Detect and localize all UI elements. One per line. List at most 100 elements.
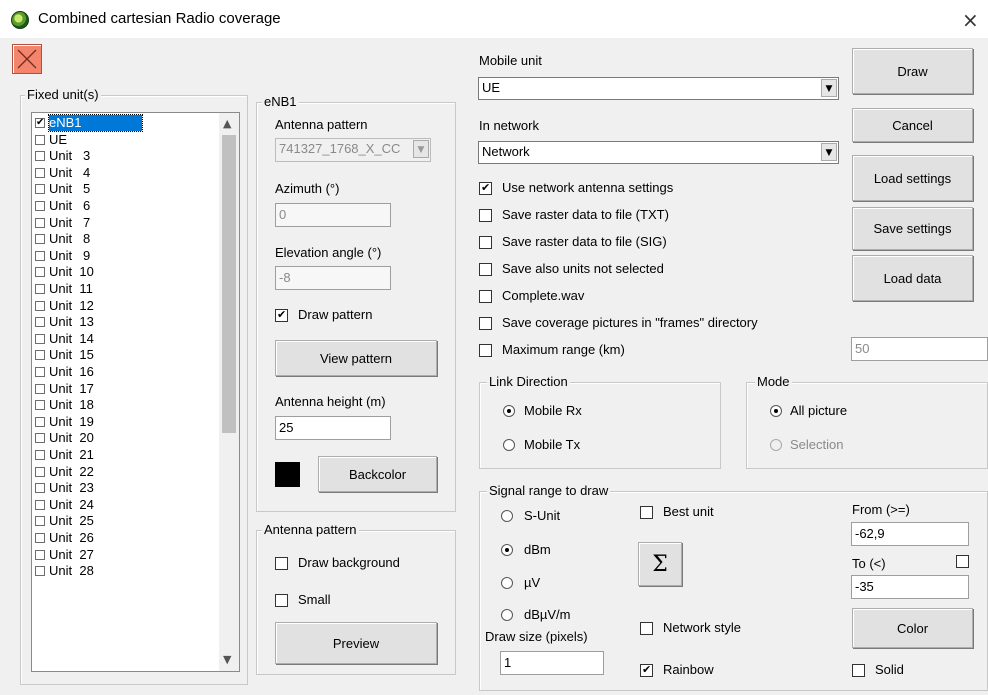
option-checkbox[interactable]: [479, 181, 492, 195]
unit-list-item[interactable]: Unit 12: [32, 298, 222, 315]
antenna-pattern-select[interactable]: 741327_1768_X_CC ▼: [275, 138, 431, 162]
unit-checkbox[interactable]: [35, 184, 45, 195]
max-range-input[interactable]: 50: [851, 337, 988, 361]
unit-checkbox[interactable]: [35, 400, 45, 411]
unit-checkbox[interactable]: [35, 167, 45, 178]
to-checkbox[interactable]: [956, 555, 969, 568]
unit-checkbox[interactable]: [35, 566, 45, 577]
elevation-input[interactable]: -8: [275, 266, 391, 290]
unit-checkbox[interactable]: [35, 533, 45, 543]
best-unit-checkbox[interactable]: [640, 506, 653, 519]
unit-list-item[interactable]: Unit 20: [32, 430, 222, 447]
option-checkbox[interactable]: [479, 209, 492, 222]
mobile-unit-select[interactable]: UE ▼: [478, 77, 839, 100]
unit-checkbox[interactable]: [35, 250, 45, 261]
load-data-button[interactable]: Load data: [852, 255, 973, 301]
unit-checkbox[interactable]: [35, 367, 45, 377]
draw-button[interactable]: Draw: [852, 48, 973, 94]
unit-checkbox[interactable]: [35, 483, 45, 494]
unit-list-item[interactable]: Unit 11: [32, 281, 222, 298]
scroll-up-icon[interactable]: ▲: [223, 117, 231, 130]
unit-checkbox[interactable]: [35, 499, 45, 510]
unit-list-item[interactable]: Unit 6: [32, 198, 222, 215]
azimuth-input[interactable]: 0: [275, 203, 391, 227]
fixed-units-scrollbar[interactable]: ▲ ▼: [219, 113, 239, 671]
unit-list-item[interactable]: UE: [32, 132, 222, 149]
signal-unit-radio[interactable]: [501, 544, 513, 556]
draw-pattern-checkbox[interactable]: [275, 308, 288, 322]
mobile-rx-radio[interactable]: [503, 405, 515, 417]
unit-list-item[interactable]: Unit 19: [32, 414, 222, 431]
unit-list-item[interactable]: Unit 18: [32, 397, 222, 414]
unit-list-item[interactable]: eNB1: [32, 114, 222, 132]
sigma-button[interactable]: Σ: [638, 542, 682, 586]
unit-list-item[interactable]: Unit 13: [32, 314, 222, 331]
solid-checkbox[interactable]: [852, 664, 865, 677]
option-checkbox[interactable]: [479, 290, 492, 303]
unit-list-item[interactable]: Unit 17: [32, 381, 222, 398]
unit-list-item[interactable]: Unit 26: [32, 530, 222, 547]
unit-list-item[interactable]: Unit 15: [32, 347, 222, 364]
unit-checkbox[interactable]: [35, 284, 45, 294]
in-network-select[interactable]: Network ▼: [478, 141, 839, 164]
unit-list-item[interactable]: Unit 7: [32, 215, 222, 232]
scroll-down-icon[interactable]: ▼: [223, 653, 231, 666]
option-checkbox[interactable]: [479, 317, 492, 330]
unit-checkbox[interactable]: [35, 267, 45, 278]
unit-checkbox[interactable]: [35, 350, 45, 361]
save-settings-button[interactable]: Save settings: [852, 207, 973, 250]
unit-list-item[interactable]: Unit 24: [32, 497, 222, 514]
antenna-height-input[interactable]: 25: [275, 416, 391, 440]
option-checkbox[interactable]: [479, 236, 492, 249]
unit-checkbox[interactable]: [35, 549, 45, 560]
unit-list-item[interactable]: Unit 9: [32, 248, 222, 265]
backcolor-button[interactable]: Backcolor: [318, 456, 437, 492]
unit-checkbox[interactable]: [35, 134, 45, 145]
fixed-units-list[interactable]: eNB1UEUnit 3Unit 4Unit 5Unit 6Unit 7Unit…: [31, 112, 240, 672]
network-style-checkbox[interactable]: [640, 622, 653, 635]
to-input[interactable]: -35: [851, 575, 969, 599]
unit-checkbox[interactable]: [35, 433, 45, 444]
signal-unit-radio[interactable]: [501, 577, 513, 589]
chevron-down-icon[interactable]: ▼: [413, 140, 429, 158]
small-checkbox[interactable]: [275, 594, 288, 607]
cancel-button[interactable]: Cancel: [852, 108, 973, 142]
load-settings-button[interactable]: Load settings: [852, 155, 973, 201]
unit-checkbox[interactable]: [35, 217, 45, 228]
unit-checkbox[interactable]: [35, 234, 45, 245]
unit-list-item[interactable]: Unit 23: [32, 480, 222, 497]
unit-checkbox[interactable]: [35, 333, 45, 344]
unit-checkbox[interactable]: [35, 300, 45, 311]
unit-list-item[interactable]: Unit 4: [32, 165, 222, 182]
unit-list-item[interactable]: Unit 14: [32, 331, 222, 348]
unit-checkbox[interactable]: [35, 201, 45, 211]
close-icon[interactable]: [12, 44, 42, 74]
rainbow-checkbox[interactable]: [640, 663, 653, 677]
unit-checkbox[interactable]: [35, 466, 45, 477]
selection-radio[interactable]: [770, 439, 782, 451]
option-checkbox[interactable]: [479, 344, 492, 357]
unit-list-item[interactable]: Unit 5: [32, 181, 222, 198]
unit-list-item[interactable]: Unit 27: [32, 547, 222, 564]
chevron-down-icon[interactable]: ▼: [821, 79, 837, 97]
unit-list-item[interactable]: Unit 8: [32, 231, 222, 248]
unit-checkbox[interactable]: [35, 116, 45, 130]
mobile-tx-radio[interactable]: [503, 439, 515, 451]
unit-checkbox[interactable]: [35, 416, 45, 427]
scrollbar-thumb[interactable]: [222, 135, 236, 433]
unit-list-item[interactable]: Unit 22: [32, 464, 222, 481]
unit-list-item[interactable]: Unit 21: [32, 447, 222, 464]
unit-list-item[interactable]: Unit 16: [32, 364, 222, 381]
preview-button[interactable]: Preview: [275, 622, 437, 664]
view-pattern-button[interactable]: View pattern: [275, 340, 437, 376]
from-input[interactable]: -62,9: [851, 522, 969, 546]
option-checkbox[interactable]: [479, 263, 492, 276]
draw-background-checkbox[interactable]: [275, 557, 288, 570]
unit-checkbox[interactable]: [35, 516, 45, 527]
draw-size-input[interactable]: 1: [500, 651, 604, 675]
unit-checkbox[interactable]: [35, 151, 45, 162]
unit-list-item[interactable]: Unit 25: [32, 513, 222, 530]
color-button[interactable]: Color: [852, 608, 973, 648]
signal-unit-radio[interactable]: [501, 609, 513, 621]
signal-unit-radio[interactable]: [501, 510, 513, 522]
